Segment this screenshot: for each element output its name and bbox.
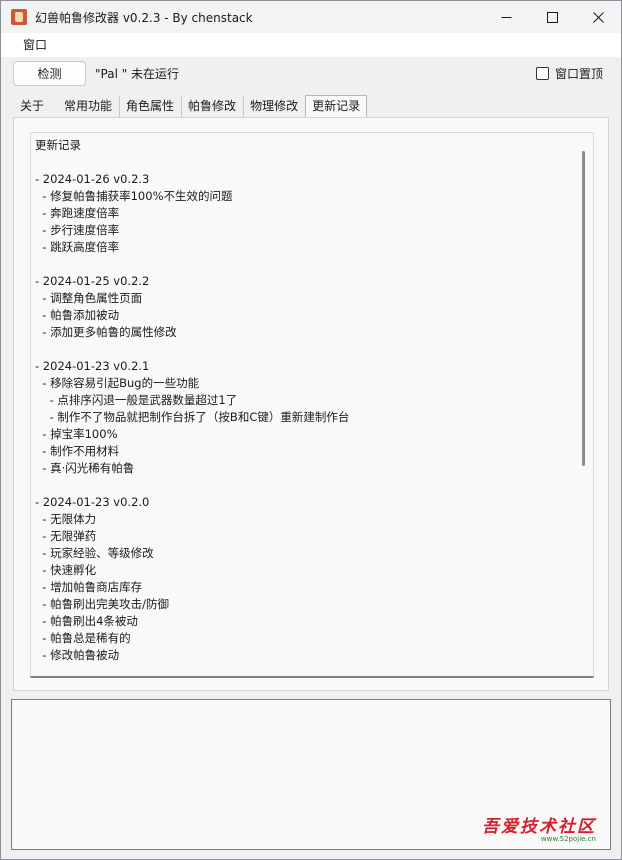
tab-common[interactable]: 常用功能 (57, 95, 119, 117)
changelog-line: - 帕鲁刷出4条被动 (35, 614, 138, 628)
minimize-icon (501, 16, 511, 18)
title-bar[interactable]: 幻兽帕鲁修改器 v0.2.3 - By chenstack (1, 1, 621, 33)
changelog-line: - 2024-01-25 v0.2.2 (35, 274, 150, 288)
changelog-line: - 无限体力 (35, 512, 97, 526)
changelog-line: - 掉宝率100% (35, 427, 118, 441)
changelog-line: - 制作不了物品就把制作台拆了（按B和C键）重新建制作台 (35, 410, 350, 424)
tab-character[interactable]: 角色属性 (119, 95, 181, 117)
changelog-line (35, 256, 575, 273)
detect-button[interactable]: 检测 (13, 61, 86, 86)
changelog-line: - 快速孵化 (35, 563, 97, 577)
changelog-page: 更新记录 - 2024-01-26 v0.2.3 - 修复帕鲁捕获率100%不生效… (13, 117, 609, 691)
changelog-line: - 修改帕鲁被动 (35, 648, 120, 662)
tab-pal[interactable]: 帕鲁修改 (181, 95, 243, 117)
close-icon (592, 11, 604, 23)
tab-about[interactable]: 关于 (13, 95, 51, 117)
maximize-button[interactable] (529, 1, 575, 33)
changelog-line: - 增加帕鲁商店库存 (35, 580, 143, 594)
changelog-line: - 帕鲁总是稀有的 (35, 631, 131, 645)
menu-item-window[interactable]: 窗口 (1, 33, 57, 57)
changelog-line: - 调整角色属性页面 (35, 291, 143, 305)
changelog-line: - 2024-01-23 v0.2.1 (35, 359, 150, 373)
menu-bar: 窗口 (1, 33, 621, 57)
changelog-lines: 更新记录 - 2024-01-26 v0.2.3 - 修复帕鲁捕获率100%不生效… (35, 137, 575, 664)
changelog-line: - 帕鲁添加被动 (35, 308, 120, 322)
changelog-line: - 步行速度倍率 (35, 223, 120, 237)
changelog-line: - 真·闪光稀有帕鲁 (35, 461, 135, 475)
maximize-icon (546, 11, 558, 23)
changelog-line: - 2024-01-26 v0.2.3 (35, 172, 150, 186)
changelog-line: - 2024-01-23 v0.2.0 (35, 495, 150, 509)
changelog-line: - 无限弹药 (35, 529, 97, 543)
always-on-top-toggle[interactable]: 窗口置顶 (535, 65, 603, 82)
changelog-line: - 制作不用材料 (35, 444, 120, 458)
tab-changelog[interactable]: 更新记录 (305, 95, 368, 117)
changelog-line: - 玩家经验、等级修改 (35, 546, 154, 560)
changelog-line: - 点排序闪退一般是武器数量超过1了 (35, 393, 238, 407)
app-window: 幻兽帕鲁修改器 v0.2.3 - By chenstack 窗口 检测 "Pal… (0, 0, 622, 860)
changelog-line: - 跳跃高度倍率 (35, 240, 120, 254)
changelog-textbox[interactable]: 更新记录 - 2024-01-26 v0.2.3 - 修复帕鲁捕获率100%不生效… (30, 132, 594, 678)
app-icon (11, 9, 27, 25)
changelog-line: 更新记录 (35, 138, 81, 152)
window-title: 幻兽帕鲁修改器 v0.2.3 - By chenstack (35, 10, 253, 25)
minimize-button[interactable] (483, 1, 529, 33)
changelog-line (35, 341, 575, 358)
always-on-top-checkbox[interactable] (535, 67, 549, 80)
changelog-line: - 帕鲁刷出完美攻击/防御 (35, 597, 169, 611)
window-controls (483, 1, 621, 33)
changelog-line: - 奔跑速度倍率 (35, 206, 120, 220)
changelog-line: - 添加更多帕鲁的属性修改 (35, 325, 177, 339)
close-button[interactable] (575, 1, 621, 33)
changelog-line (35, 154, 575, 171)
tab-bar: 关于 常用功能 角色属性 帕鲁修改 物理修改 更新记录 (13, 95, 368, 117)
output-textbox[interactable]: 吾爱技术社区 www.52pojie.cn (11, 699, 611, 850)
watermark-main: 吾爱技术社区 (482, 817, 596, 837)
process-status: "Pal " 未在运行 (95, 67, 180, 81)
watermark-logo: 吾爱技术社区 www.52pojie.cn (482, 812, 596, 843)
changelog-line: - 修复帕鲁捕获率100%不生效的问题 (35, 189, 233, 203)
changelog-line: - 移除容易引起Bug的一些功能 (35, 376, 200, 390)
changelog-line (35, 477, 575, 494)
tab-physics[interactable]: 物理修改 (243, 95, 305, 117)
always-on-top-label: 窗口置顶 (554, 67, 603, 81)
scrollbar-thumb[interactable] (582, 151, 585, 466)
